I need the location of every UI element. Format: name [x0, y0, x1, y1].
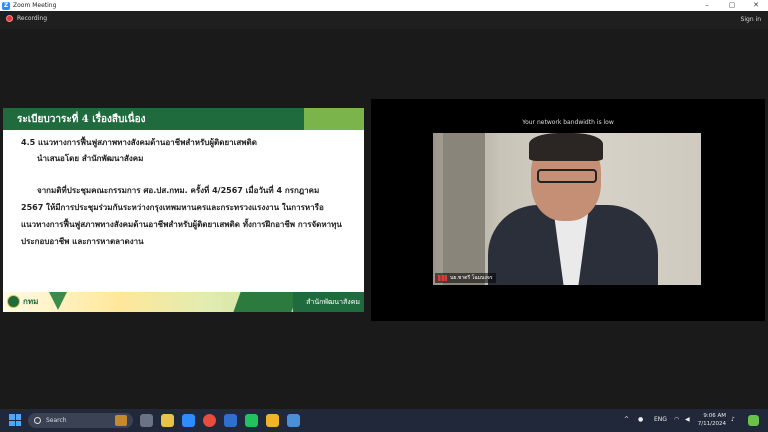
- search-highlight-icon: [115, 415, 127, 426]
- bma-logo: กทม: [7, 295, 38, 308]
- search-placeholder: Search: [46, 417, 67, 424]
- taskbar-search[interactable]: Search: [28, 413, 133, 428]
- slide-paragraph-line1: จากมติที่ประชุมคณะกรรมการ ศอ.ปส.กทม. ครั…: [37, 186, 320, 195]
- chrome-icon[interactable]: [203, 414, 216, 427]
- clock-date: 7/11/2024: [697, 421, 726, 427]
- slide-header: ระเบียบวาระที่ 4 เรื่องสืบเนื่อง: [3, 108, 364, 130]
- microphone-icon[interactable]: ●: [638, 416, 643, 423]
- footer-triangle: [49, 292, 67, 310]
- window-title: Zoom Meeting: [13, 2, 57, 9]
- file-explorer-icon[interactable]: [266, 414, 279, 427]
- recording-icon: [6, 15, 13, 22]
- slide-header-title: ระเบียบวาระที่ 4 เรื่องสืบเนื่อง: [17, 114, 146, 125]
- copilot-icon[interactable]: [748, 415, 759, 426]
- zoom-logo-icon: Z: [2, 1, 10, 10]
- app-icon[interactable]: [287, 414, 300, 427]
- footer-department-box: สำนักพัฒนาสังคม: [293, 292, 364, 312]
- outlook-icon[interactable]: [224, 414, 237, 427]
- widgets-icon[interactable]: [161, 414, 174, 427]
- window-title-bar: Z Zoom Meeting – ▢ ✕: [0, 0, 768, 11]
- bma-seal-icon: [7, 295, 20, 308]
- footer-stripe: [233, 292, 299, 312]
- zoom-taskbar-icon[interactable]: [182, 414, 195, 427]
- participant-name-tag: นย.ชาตรี โฉมนงจร: [435, 273, 496, 283]
- meeting-top-bar: Recording Sign in: [0, 11, 768, 29]
- volume-icon[interactable]: ◀: [685, 416, 690, 423]
- participant-name: นย.ชาตรี โฉมนงจร: [450, 275, 493, 281]
- line-icon[interactable]: [245, 414, 258, 427]
- recording-indicator[interactable]: Recording: [6, 15, 47, 22]
- slide-paragraph: จากมติที่ประชุมคณะกรรมการ ศอ.ปส.กทม. ครั…: [21, 182, 351, 250]
- sign-in-button[interactable]: Sign in: [741, 16, 761, 23]
- footer-department: สำนักพัฒนาสังคม: [306, 298, 360, 306]
- bandwidth-notice: Your network bandwidth is low: [522, 119, 614, 126]
- slide-paragraph-rest: 2567 ให้มีการประชุมร่วมกันระหว่างกรุงเทพ…: [21, 203, 342, 246]
- language-indicator[interactable]: ENG: [654, 416, 667, 423]
- video-panel: Your network bandwidth is low นย.ชาตรี โ…: [371, 99, 765, 321]
- slide-header-accent: [304, 108, 364, 130]
- task-view-icon[interactable]: [140, 414, 153, 427]
- search-icon: [34, 417, 41, 424]
- windows-start-icon[interactable]: [9, 414, 21, 426]
- recording-label: Recording: [17, 15, 48, 22]
- wifi-icon[interactable]: ◠: [674, 416, 679, 423]
- taskbar-clock[interactable]: 9:06 AM 7/11/2024: [696, 412, 726, 428]
- slide-body: 4.5 แนวทางการฟื้นฟูสภาพทางสังคมด้านอาชีพ…: [3, 130, 364, 290]
- participant-video[interactable]: นย.ชาตรี โฉมนงจร: [433, 133, 701, 285]
- slide-footer: กทม สำนักพัฒนาสังคม: [3, 292, 364, 312]
- maximize-button[interactable]: ▢: [720, 0, 744, 11]
- shared-screen-slide: ระเบียบวาระที่ 4 เรื่องสืบเนื่อง 4.5 แนว…: [3, 108, 364, 312]
- slide-presenter: นำเสนอโดย สำนักพัฒนาสังคม: [37, 154, 144, 163]
- bma-logo-text: กทม: [23, 297, 39, 306]
- slide-subtitle: 4.5 แนวทางการฟื้นฟูสภาพทางสังคมด้านอาชีพ…: [21, 138, 257, 147]
- minimize-button[interactable]: –: [695, 0, 719, 11]
- taskbar: Search ^ ● ENG ◠ ◀ 9:06 AM 7/11/2024 ♪: [0, 409, 768, 432]
- notification-bell-icon[interactable]: ♪: [731, 416, 735, 423]
- chevron-up-icon[interactable]: ^: [624, 416, 629, 423]
- close-button[interactable]: ✕: [744, 0, 768, 11]
- signal-bars-icon: [438, 275, 447, 281]
- clock-time: 9:06 AM: [703, 413, 726, 419]
